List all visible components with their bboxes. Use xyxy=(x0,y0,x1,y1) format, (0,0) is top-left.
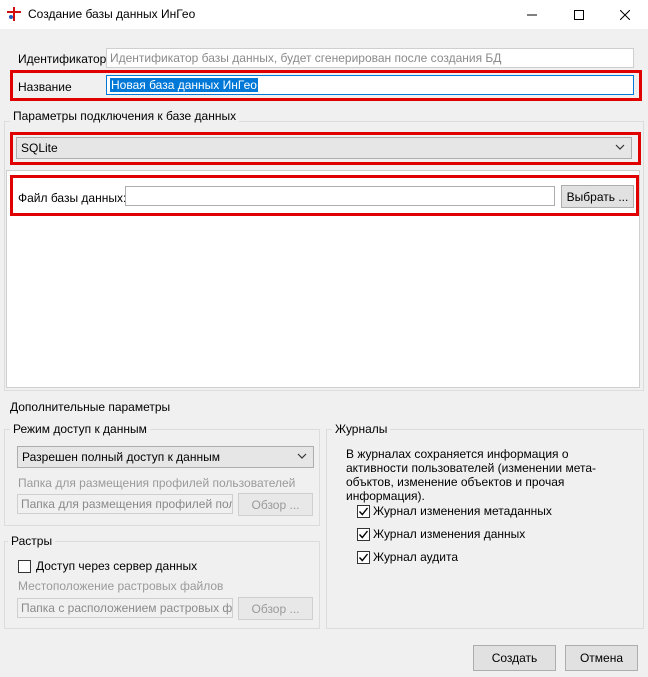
create-button[interactable]: Создать xyxy=(473,645,556,671)
checkmark-icon xyxy=(358,553,369,562)
choose-file-button[interactable]: Выбрать ... xyxy=(561,185,634,208)
name-field[interactable]: Новая база данных ИнГео xyxy=(106,75,634,95)
chevron-down-icon xyxy=(615,144,625,150)
identifier-field[interactable]: Идентификатор базы данных, будет сгенери… xyxy=(106,48,634,68)
profiles-label: Папка для размещения профилей пользовате… xyxy=(18,476,296,490)
identifier-label: Идентификатор xyxy=(18,52,107,66)
server-access-checkbox-row[interactable]: Доступ через сервер данных xyxy=(18,559,197,573)
access-group-title: Режим доступ к данным xyxy=(10,422,150,436)
checkmark-icon xyxy=(358,507,369,516)
rasters-group-title: Растры xyxy=(8,534,56,548)
maximize-button[interactable] xyxy=(556,0,602,29)
journals-description: В журналах сохраняется информация о акти… xyxy=(346,447,597,503)
close-icon xyxy=(620,9,630,20)
close-button[interactable] xyxy=(602,0,648,29)
raster-location-field[interactable]: Папка с расположением растровых файлов xyxy=(17,598,233,618)
minimize-button[interactable] xyxy=(509,0,555,29)
server-access-label: Доступ через сервер данных xyxy=(36,559,198,573)
cancel-button[interactable]: Отмена xyxy=(565,645,638,671)
file-path-field[interactable] xyxy=(125,186,555,206)
connection-group-title: Параметры подключения к базе данных xyxy=(10,109,240,123)
name-label: Название xyxy=(18,80,72,94)
provider-value: SQLite xyxy=(21,141,58,155)
journal-audit-label: Журнал аудита xyxy=(373,550,459,564)
chevron-down-icon xyxy=(297,453,307,459)
journal-audit-checkbox[interactable] xyxy=(357,550,370,564)
journal-audit-row[interactable]: Журнал аудита xyxy=(357,550,458,564)
window-title: Создание базы данных ИнГео xyxy=(28,7,196,21)
journals-group-title: Журналы xyxy=(332,422,391,436)
journal-data-label: Журнал изменения данных xyxy=(373,527,526,541)
server-access-checkbox[interactable] xyxy=(18,559,31,573)
name-value: Новая база данных ИнГео xyxy=(110,78,258,92)
raster-browse-button[interactable]: Обзор ... xyxy=(238,597,313,620)
profiles-browse-button[interactable]: Обзор ... xyxy=(238,493,313,516)
additional-params-title: Дополнительные параметры xyxy=(10,400,171,414)
raster-location-label: Местоположение растровых файлов xyxy=(18,579,224,593)
journal-metadata-label: Журнал изменения метаданных xyxy=(373,504,552,518)
ingeo-app-icon xyxy=(7,7,21,21)
journal-data-checkbox[interactable] xyxy=(357,527,370,541)
access-mode-combo[interactable]: Разрешен полный доступ к данным xyxy=(17,446,314,468)
minimize-icon xyxy=(527,14,537,15)
maximize-icon xyxy=(574,9,584,20)
checkmark-icon xyxy=(358,530,369,539)
file-label: Файл базы данных: xyxy=(18,191,127,205)
journal-metadata-row[interactable]: Журнал изменения метаданных xyxy=(357,504,552,518)
journal-metadata-checkbox[interactable] xyxy=(357,504,370,518)
profiles-folder-field[interactable]: Папка для размещения профилей пользовате… xyxy=(17,494,233,514)
access-mode-value: Разрешен полный доступ к данным xyxy=(22,450,220,464)
provider-combo[interactable]: SQLite xyxy=(16,137,632,159)
title-bar: Создание базы данных ИнГео xyxy=(0,0,648,29)
journal-data-row[interactable]: Журнал изменения данных xyxy=(357,527,525,541)
